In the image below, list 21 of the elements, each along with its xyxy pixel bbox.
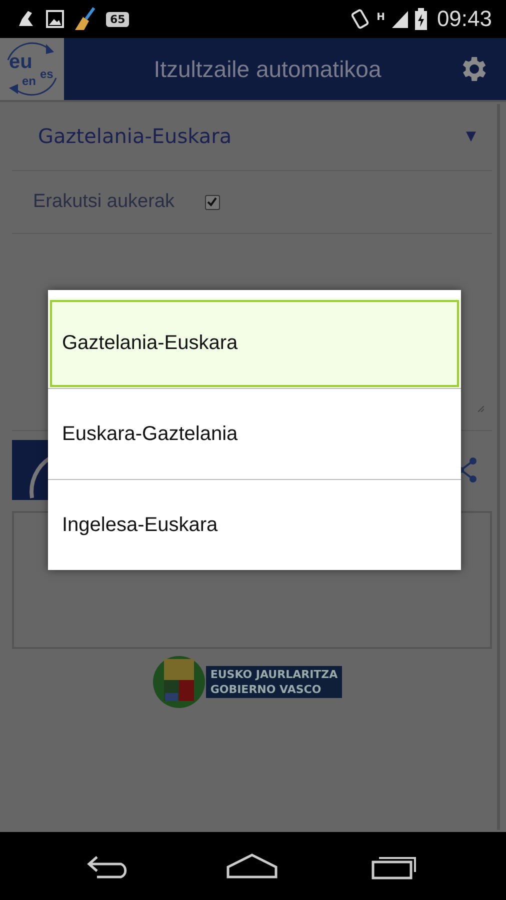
- resize-handle-icon[interactable]: [478, 406, 484, 412]
- app-title: Itzultzaile automatikoa: [152, 56, 382, 82]
- logo-text: en: [22, 75, 36, 87]
- battery-icon: [414, 8, 427, 30]
- language-option[interactable]: Gaztelania-Euskara: [48, 298, 461, 389]
- logo-text: eu: [9, 52, 32, 72]
- language-option[interactable]: Euskara-Gaztelania: [48, 389, 461, 480]
- image-icon: [46, 10, 64, 28]
- network-type: H: [376, 12, 385, 23]
- government-logo-text: EUSKO JAURLARITZA GOBIERNO VASCO: [206, 666, 342, 698]
- language-option[interactable]: Ingelesa-Euskara: [48, 480, 461, 570]
- logo-text: es: [40, 68, 54, 80]
- option-label: Erakutsi aukerak: [33, 191, 175, 213]
- home-icon[interactable]: [226, 853, 278, 879]
- signal-icon: [390, 9, 409, 29]
- rotate-icon: [348, 8, 371, 30]
- coat-of-arms-icon: [152, 655, 206, 709]
- checkbox[interactable]: [204, 194, 220, 210]
- circular-arrows-icon: [6, 42, 58, 96]
- notification-count: 65: [106, 12, 130, 26]
- clock: 09:43: [436, 6, 492, 32]
